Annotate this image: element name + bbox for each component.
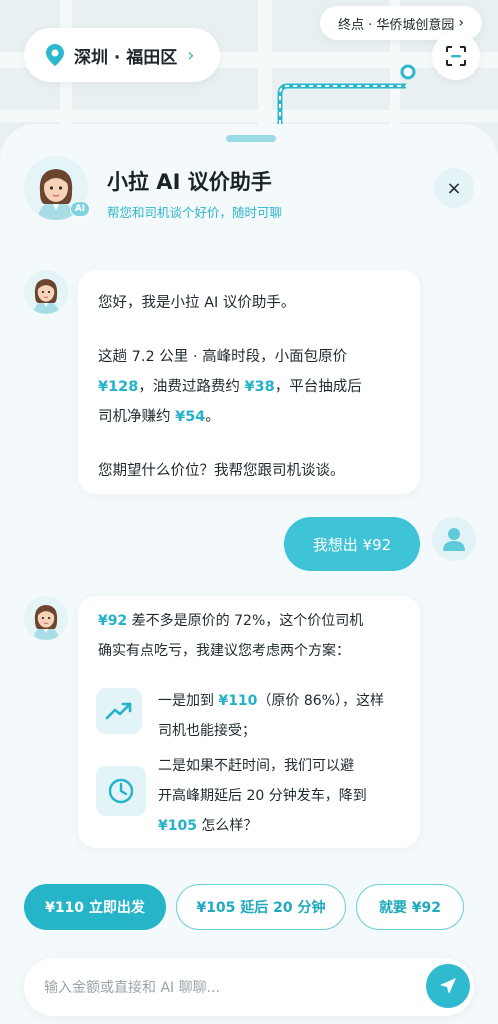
user-avatar (432, 517, 476, 561)
message-fragment: 二是如果不赶时间，我们可以避 (158, 758, 354, 774)
message-fragment: ，平台抽成后 (274, 379, 362, 395)
message-fragment: 怎么样？ (196, 818, 258, 834)
ai-badge: AI (70, 201, 90, 217)
message-fragment: 司机净赚约 (98, 409, 171, 425)
message-text: ¥92 差不多是原价的 72%，这个价位司机 确实有点吃亏，我建议您考虑两个方案… (98, 606, 408, 666)
price-highlight: ¥110 (218, 693, 258, 709)
message-fragment: 差不多是原价的 72%，这个价位司机 (127, 613, 364, 629)
user-icon (443, 528, 465, 551)
price-highlight: ¥54 (175, 409, 206, 425)
message-fragment: 司机也能接受； (158, 723, 256, 739)
send-icon (440, 978, 456, 994)
message-fragment: 这趟 7.2 公里 · 高峰时段，小面包原价 (98, 349, 348, 365)
assistant-message: ¥92 差不多是原价的 72%，这个价位司机 确实有点吃亏，我建议您考虑两个方案… (78, 596, 420, 848)
chevron-right-icon: › (458, 15, 464, 31)
assistant-avatar-illustration (24, 270, 68, 314)
close-icon: × (446, 177, 462, 199)
price-highlight: ¥92 (98, 613, 128, 629)
price-highlight: ¥128 (98, 379, 139, 395)
send-button[interactable] (426, 964, 470, 1008)
message-fragment: （原价 86%），这样 (257, 693, 384, 709)
assistant-avatar (24, 596, 68, 640)
map-road (0, 110, 498, 122)
message-fragment: 。 (205, 409, 220, 425)
quick-reply-110-now[interactable]: ¥110 立即出发 (24, 884, 166, 930)
trend-up-icon (96, 688, 142, 734)
message-text: 您期望什么价位？我帮您跟司机谈谈。 (98, 463, 345, 479)
scan-button[interactable] (432, 32, 480, 80)
chat-header: AI 小拉 AI 议价助手 帮您和司机谈个好价，随时可聊 × (0, 146, 498, 240)
location-label: 深圳 · 福田区 (74, 47, 178, 68)
quick-reply-92[interactable]: 就要 ¥92 (356, 884, 464, 930)
user-message: 我想出 ¥92 (284, 517, 420, 571)
destination-label: 终点 · 华侨城创意园 (337, 17, 455, 33)
assistant-message: 您好，我是小拉 AI 议价助手。 这趟 7.2 公里 · 高峰时段，小面包原价 … (78, 270, 420, 494)
chat-title: 小拉 AI 议价助手 (107, 170, 272, 194)
drag-handle[interactable] (226, 135, 276, 142)
message-fragment: ，油费过路费约 (138, 379, 240, 395)
option-text: 二是如果不赶时间，我们可以避 开高峰期延后 20 分钟发车，降到 ¥105 怎么… (158, 751, 408, 841)
chat-subtitle: 帮您和司机谈个好价，随时可聊 (107, 205, 283, 220)
chat-input-bar[interactable]: 输入金额或直接和 AI 聊聊... (24, 958, 474, 1016)
close-button[interactable]: × (434, 168, 474, 208)
clock-icon (96, 766, 146, 816)
option-text: 一是加到 ¥110（原价 86%），这样 司机也能接受； (158, 686, 408, 746)
assistant-avatar-illustration (24, 596, 68, 640)
price-highlight: ¥105 (158, 818, 197, 834)
message-text: 您好，我是小拉 AI 议价助手。 (98, 295, 296, 311)
message-fragment: 确实有点吃亏，我建议您考虑两个方案： (98, 643, 350, 659)
assistant-avatar (24, 270, 68, 314)
chevron-right-icon: › (187, 44, 195, 66)
location-pin-icon (46, 44, 64, 66)
chat-input-placeholder[interactable]: 输入金额或直接和 AI 聊聊... (44, 977, 220, 997)
option-item: 一是加到 ¥110（原价 86%），这样 司机也能接受； (96, 688, 384, 739)
message-fragment: 开高峰期延后 20 分钟发车，降到 (158, 788, 367, 804)
price-highlight: ¥38 (244, 379, 275, 395)
quick-reply-105-delay[interactable]: ¥105 延后 20 分钟 (176, 884, 346, 930)
message-fragment: 一是加到 (158, 693, 214, 709)
scan-icon (446, 46, 466, 66)
location-selector[interactable]: 深圳 · 福田区 › (24, 28, 220, 82)
message-text: 这趟 7.2 公里 · 高峰时段，小面包原价 ¥128，油费过路费约 ¥38，平… (98, 342, 400, 432)
option-item: 二是如果不赶时间，我们可以避 开高峰期延后 20 分钟发车，降到 ¥105 怎么… (96, 758, 367, 834)
